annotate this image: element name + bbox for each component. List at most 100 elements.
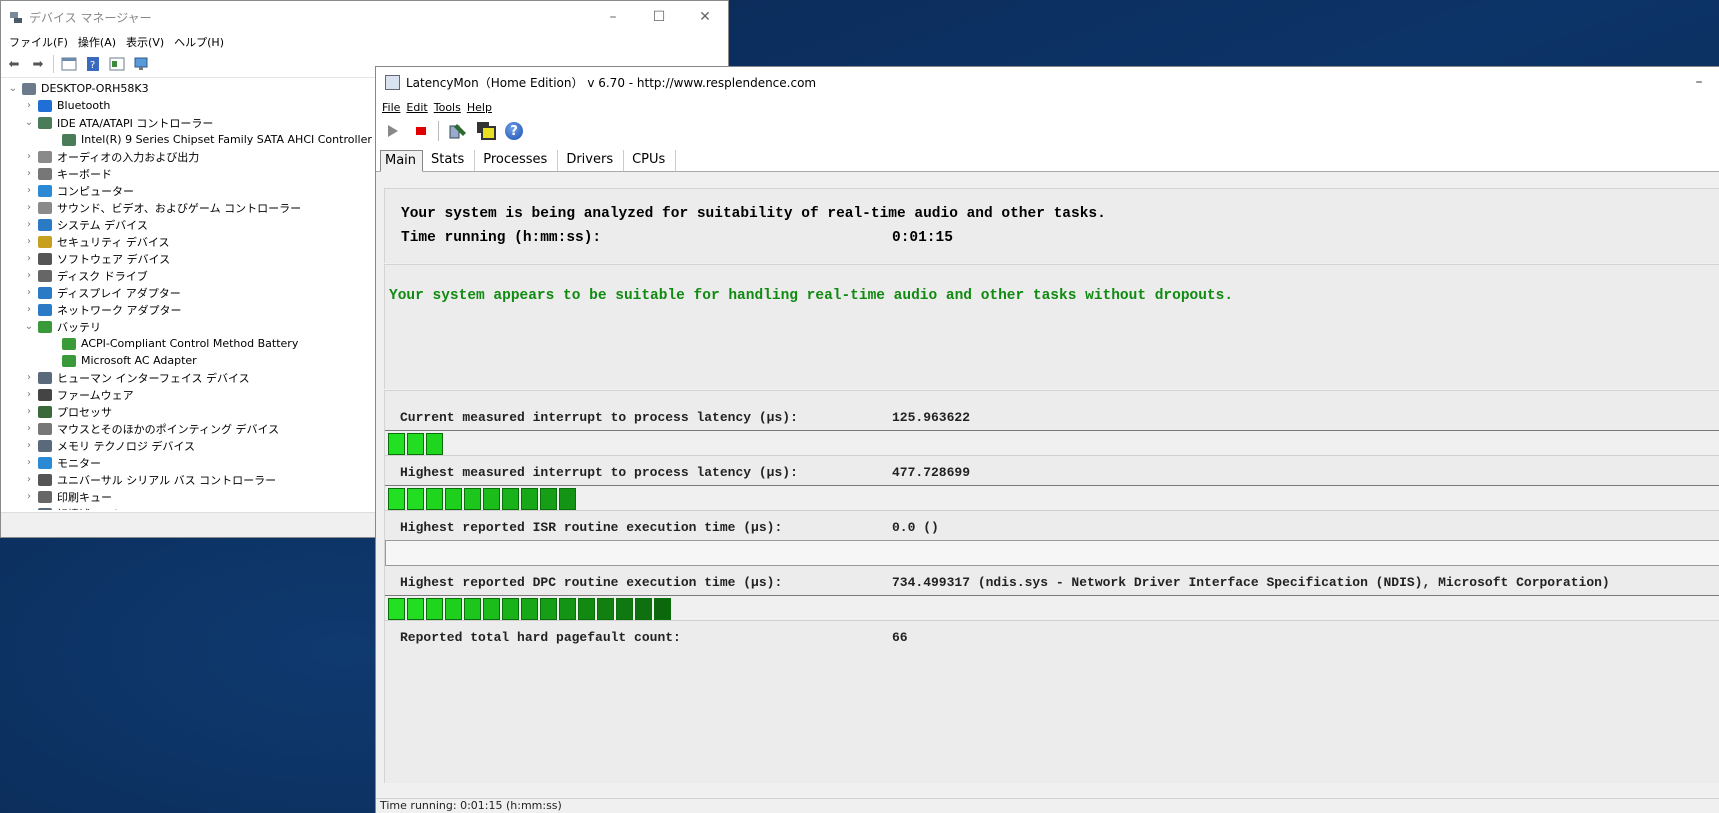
latency-bar-segment	[635, 598, 652, 620]
menu-bar: File Edit Tools Help	[376, 97, 1719, 117]
expand-chevron-icon[interactable]: ›	[23, 270, 35, 281]
metric-value: 734.499317 (ndis.sys - Network Driver In…	[892, 575, 1610, 590]
tree-item-label: オーディオの入力および出力	[57, 150, 200, 164]
tree-item-label: IDE ATA/ATAPI コントローラー	[57, 116, 214, 130]
expand-chevron-icon[interactable]: ›	[23, 185, 35, 196]
device-category-icon	[62, 133, 76, 146]
menu-tools[interactable]: Tools	[434, 101, 461, 114]
expand-chevron-icon[interactable]: ›	[23, 508, 35, 510]
expand-chevron-icon[interactable]: ›	[23, 219, 35, 230]
tree-item-label: マウスとそのほかのポインティング デバイス	[57, 422, 280, 436]
tab-drivers[interactable]: Drivers	[558, 150, 625, 171]
menu-help[interactable]: ヘルプ(H)	[174, 34, 224, 50]
latency-bar-segment	[654, 598, 671, 620]
close-button[interactable]: ✕	[682, 1, 728, 33]
expand-chevron-icon[interactable]: ›	[23, 474, 35, 485]
tools-button[interactable]	[447, 120, 469, 142]
menu-bar: ファイル(F) 操作(A) 表示(V) ヘルプ(H)	[1, 33, 728, 51]
tab-stats[interactable]: Stats	[423, 150, 476, 171]
toolbar-separator	[438, 121, 439, 141]
stop-button[interactable]	[410, 120, 432, 142]
details-view-icon[interactable]	[108, 55, 126, 73]
wrench-icon	[449, 124, 466, 139]
expand-chevron-icon[interactable]: ›	[23, 151, 35, 162]
window-title: LatencyMon（Home Edition） v 6.70 - http:/…	[406, 75, 817, 90]
tab-main[interactable]: Main	[380, 150, 424, 172]
expand-chevron-icon[interactable]: ›	[23, 406, 35, 417]
start-button[interactable]	[382, 120, 404, 142]
tab-bar: Main Stats Processes Drivers CPUs	[376, 145, 1719, 172]
forward-arrow-icon[interactable]: ➡	[29, 55, 47, 73]
menu-help[interactable]: Help	[467, 101, 492, 114]
latency-bar-segment	[407, 488, 424, 510]
device-category-icon	[38, 507, 52, 510]
collapse-chevron-icon[interactable]: ⌄	[23, 117, 35, 128]
expand-chevron-icon[interactable]: ›	[23, 100, 35, 111]
latencymon-titlebar[interactable]: LatencyMon（Home Edition） v 6.70 - http:/…	[376, 67, 1719, 97]
tree-item-label: ヒューマン インターフェイス デバイス	[57, 371, 250, 385]
device-category-icon	[38, 167, 52, 180]
device-category-icon	[38, 99, 52, 112]
metrics-panel: Current measured interrupt to process la…	[384, 390, 1719, 783]
expand-chevron-icon[interactable]: ›	[23, 304, 35, 315]
minimize-button[interactable]: –	[1679, 74, 1719, 90]
menu-view[interactable]: 表示(V)	[126, 34, 164, 50]
metric-value: 477.728699	[892, 465, 971, 480]
menu-action[interactable]: 操作(A)	[78, 34, 116, 50]
back-arrow-icon[interactable]: ⬅	[5, 55, 23, 73]
device-category-icon	[38, 184, 52, 197]
device-category-icon	[38, 201, 52, 214]
tab-processes[interactable]: Processes	[475, 150, 559, 171]
help-icon: ?	[505, 122, 523, 140]
menu-file[interactable]: ファイル(F)	[9, 34, 68, 50]
expand-chevron-icon[interactable]: ›	[23, 457, 35, 468]
expand-chevron-icon[interactable]: ›	[23, 253, 35, 264]
expand-chevron-icon[interactable]: ›	[23, 202, 35, 213]
windows-button[interactable]	[475, 120, 497, 142]
expand-chevron-icon[interactable]: ›	[23, 287, 35, 298]
menu-file[interactable]: File	[382, 101, 400, 114]
expand-chevron-icon[interactable]: ›	[23, 423, 35, 434]
menu-edit[interactable]: Edit	[406, 101, 427, 114]
latency-bar	[385, 485, 1719, 511]
properties-icon[interactable]	[60, 55, 78, 73]
latency-bar-segment	[483, 488, 500, 510]
help-button[interactable]: ?	[503, 120, 525, 142]
latency-bar-segment	[445, 598, 462, 620]
tree-item-label: メモリ テクノロジ デバイス	[57, 439, 196, 453]
latency-bar-segment	[502, 488, 519, 510]
time-running-value: 0:01:15	[892, 230, 953, 246]
expand-chevron-icon[interactable]: ›	[23, 168, 35, 179]
window-title: デバイス マネージャー	[29, 10, 152, 25]
windows-icon	[477, 122, 496, 140]
expand-chevron-icon[interactable]: ›	[23, 491, 35, 502]
device-category-icon	[62, 354, 76, 367]
device-manager-titlebar[interactable]: デバイス マネージャー – ☐ ✕	[1, 1, 728, 33]
svg-text:?: ?	[90, 60, 95, 71]
expand-chevron-icon[interactable]: ›	[23, 372, 35, 383]
collapse-chevron-icon[interactable]: ⌄	[23, 321, 35, 332]
tree-item-label: ファームウェア	[57, 388, 134, 402]
latency-bar	[385, 595, 1719, 621]
device-category-icon	[38, 320, 52, 333]
latency-bar-segment	[426, 488, 443, 510]
device-category-icon	[38, 235, 52, 248]
metric-value: 66	[892, 630, 908, 645]
expand-chevron-icon[interactable]: ›	[23, 236, 35, 247]
metric-label: Current measured interrupt to process la…	[400, 410, 798, 425]
expand-chevron-icon[interactable]: ›	[23, 440, 35, 451]
play-icon	[388, 125, 398, 137]
scan-hardware-icon[interactable]	[132, 55, 150, 73]
help-book-icon[interactable]: ?	[84, 55, 102, 73]
tab-cpus[interactable]: CPUs	[624, 150, 677, 171]
maximize-button[interactable]: ☐	[636, 1, 682, 33]
status-bar: Time running: 0:01:15 (h:mm:ss)	[376, 798, 1719, 813]
latency-bar-segment	[445, 488, 462, 510]
device-category-icon	[38, 456, 52, 469]
collapse-chevron-icon[interactable]: ⌄	[7, 83, 19, 94]
expand-chevron-icon[interactable]: ›	[23, 389, 35, 400]
minimize-button[interactable]: –	[590, 1, 636, 33]
tree-item-label: 記憶域コントローラー	[57, 506, 167, 511]
latency-bar-segment	[407, 433, 424, 455]
device-category-icon	[62, 337, 76, 350]
